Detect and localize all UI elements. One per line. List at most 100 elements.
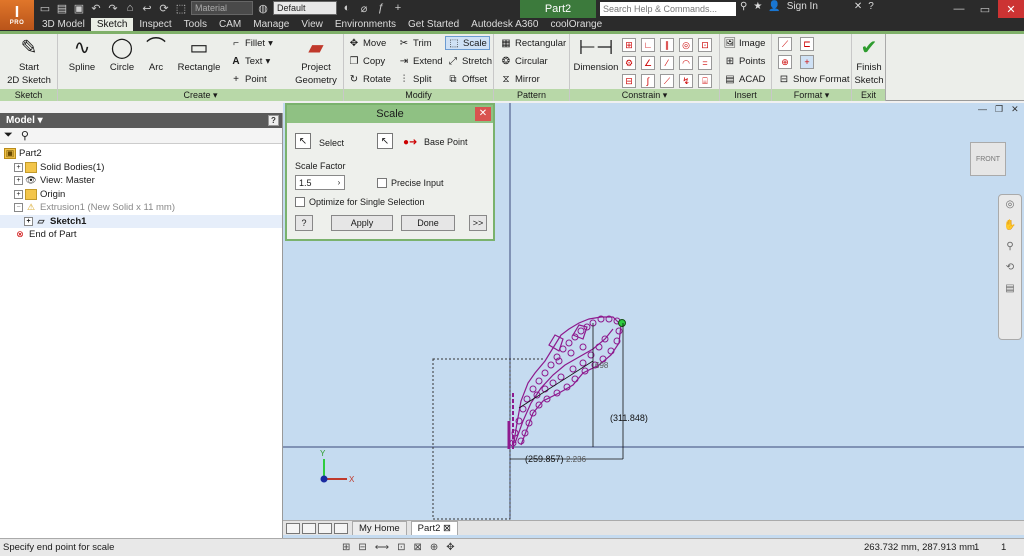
scale-button[interactable]: ⬚ Scale: [445, 36, 490, 50]
image-button[interactable]: 🖼 Image: [724, 37, 766, 49]
dim-height-label[interactable]: (311.848): [610, 413, 648, 423]
tab-autodesk-a360[interactable]: Autodesk A360: [465, 18, 544, 31]
close-window-button[interactable]: ✕: [998, 0, 1024, 18]
exchange-icon[interactable]: ✕: [854, 1, 862, 12]
tangent-icon[interactable]: ◠: [679, 56, 693, 70]
tree-item[interactable]: ▣ Part2: [0, 147, 282, 161]
rectangular-pattern-button[interactable]: ▦ Rectangular: [500, 37, 566, 49]
driven-dimension-icon[interactable]: +: [800, 55, 814, 69]
horizontal-icon[interactable]: ⟋: [660, 74, 674, 88]
symmetric-icon[interactable]: ⌸: [698, 74, 712, 88]
tab-sketch[interactable]: Sketch: [90, 18, 134, 31]
tile-icon[interactable]: [286, 522, 300, 534]
expand-toggle-icon[interactable]: +: [14, 176, 23, 186]
expand-toggle-icon[interactable]: +: [14, 189, 23, 199]
show-all-icon[interactable]: ✥: [446, 542, 454, 553]
show-constraints-icon[interactable]: ⊟: [622, 74, 636, 88]
rectangle-button[interactable]: ▭ Rectangle: [174, 36, 224, 73]
canvas-restore-icon[interactable]: ❐: [995, 104, 1003, 115]
spline-button[interactable]: ∿ Spline: [62, 36, 102, 73]
copy-button[interactable]: ❐ Copy: [348, 55, 386, 67]
cascade-icon[interactable]: [302, 522, 316, 534]
update-icon[interactable]: ⟳: [157, 1, 171, 15]
tab-cam[interactable]: CAM: [213, 18, 247, 31]
dof-icon[interactable]: ⊠: [414, 542, 422, 553]
tab-close-icon[interactable]: ⊠: [443, 523, 451, 534]
search-input[interactable]: Search Help & Commands...: [600, 2, 736, 16]
browser-help-button[interactable]: ?: [268, 115, 279, 126]
move-button[interactable]: ✥ Move: [348, 37, 386, 49]
tab-tools[interactable]: Tools: [178, 18, 213, 31]
tab-environments[interactable]: Environments: [329, 18, 402, 31]
view-cube[interactable]: FRONT: [970, 142, 1006, 176]
start-2d-sketch-button[interactable]: ✎ Start 2D Sketch: [6, 36, 52, 86]
app-logo[interactable]: I PRO: [0, 0, 34, 30]
apply-button[interactable]: Apply: [331, 215, 393, 231]
done-button[interactable]: Done: [401, 215, 455, 231]
tree-item[interactable]: + Solid Bodies(1): [0, 161, 282, 175]
tree-item[interactable]: + ▱ Sketch1: [0, 214, 282, 228]
vertical-icon[interactable]: ↯: [679, 74, 693, 88]
concentric-icon[interactable]: ◎: [679, 38, 693, 52]
tab-view[interactable]: View: [295, 18, 329, 31]
new-file-icon[interactable]: ▭: [38, 1, 52, 15]
tab-3d-model[interactable]: 3D Model: [36, 18, 91, 31]
adjust-icon[interactable]: ◐: [340, 1, 354, 15]
binoculars-icon[interactable]: ⚲: [740, 1, 747, 12]
function-icon[interactable]: ƒ: [374, 1, 388, 15]
expand-toggle-icon[interactable]: +: [24, 216, 33, 226]
expand-toggle-icon[interactable]: +: [14, 162, 23, 172]
canvas-close-icon[interactable]: ✕: [1011, 104, 1019, 115]
expand-toggle-icon[interactable]: −: [14, 203, 23, 213]
more-options-button[interactable]: >>: [469, 215, 487, 231]
points-button[interactable]: ⊞ Points: [724, 55, 766, 67]
material-select[interactable]: Material: [191, 1, 253, 15]
constraint-settings-icon[interactable]: ⚙: [622, 56, 636, 70]
browser-header[interactable]: Model ▾ ?: [0, 113, 282, 128]
sketch-geometry[interactable]: [507, 316, 622, 449]
tree-item[interactable]: ⊗ End of Part: [0, 228, 282, 242]
show-format-button[interactable]: ⊟ Show Format: [778, 73, 850, 85]
orbit-icon[interactable]: ⟲: [1006, 262, 1014, 273]
select-cursor-icon[interactable]: ↖: [295, 133, 311, 149]
optimize-checkbox[interactable]: [295, 197, 305, 207]
tree-item[interactable]: + Origin: [0, 188, 282, 202]
mirror-button[interactable]: ⧖ Mirror: [500, 73, 539, 85]
automatic-dimension-icon[interactable]: ⊞: [622, 38, 636, 52]
scale-factor-input[interactable]: 1.5 ›: [295, 175, 345, 190]
grid-icon[interactable]: ⊟: [358, 542, 366, 553]
select-icon[interactable]: ⬚: [174, 1, 188, 15]
smooth-icon[interactable]: ∫: [641, 74, 655, 88]
tab-part2[interactable]: Part2 ⊠: [410, 521, 458, 535]
stretch-button[interactable]: ⤢ Stretch: [447, 55, 492, 67]
dialog-help-button[interactable]: ?: [295, 215, 313, 231]
open-icon[interactable]: ▤: [55, 1, 69, 15]
snap-icon[interactable]: ⟷: [375, 542, 389, 553]
help-icon[interactable]: ?: [868, 1, 874, 12]
rotate-button[interactable]: ↻ Rotate: [348, 73, 391, 85]
steering-wheel-icon[interactable]: ◎: [1006, 199, 1015, 210]
parallel-icon[interactable]: ∥: [660, 38, 674, 52]
project-geometry-button[interactable]: ▰ Project Geometry: [290, 36, 342, 86]
tree-item[interactable]: − ⚠ Extrusion1 (New Solid x 11 mm): [0, 201, 282, 215]
home-icon[interactable]: ⌂: [123, 1, 137, 15]
find-icon[interactable]: ⚲: [21, 129, 29, 142]
look-at-icon[interactable]: ▤: [1005, 283, 1014, 294]
precise-input-checkbox[interactable]: [377, 178, 387, 188]
circle-button[interactable]: ◯ Circle: [102, 36, 142, 73]
save-icon[interactable]: ▣: [72, 1, 86, 15]
star-icon[interactable]: ★: [753, 1, 762, 12]
pan-icon[interactable]: ✋: [1004, 220, 1016, 231]
single-window-icon[interactable]: [334, 522, 348, 534]
tab-inspect[interactable]: Inspect: [133, 18, 177, 31]
trim-button[interactable]: ✂ Trim: [398, 37, 432, 49]
perpendicular-icon[interactable]: ∟: [641, 38, 655, 52]
base-point-marker[interactable]: [618, 319, 626, 327]
browser-menu-icon[interactable]: ▾: [35, 115, 43, 126]
clear-icon[interactable]: ⌀: [357, 1, 371, 15]
sketch-settings-icon[interactable]: ⊞: [342, 542, 350, 553]
tab-coolorange[interactable]: coolOrange: [544, 18, 608, 31]
construction-icon[interactable]: ⟋: [778, 37, 792, 51]
infer-icon[interactable]: ⊕: [430, 542, 438, 553]
arc-button[interactable]: ⌒ Arc: [138, 36, 174, 73]
